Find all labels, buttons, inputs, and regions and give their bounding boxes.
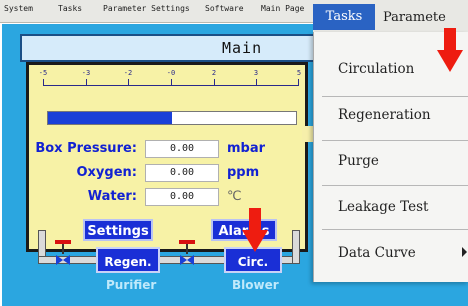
water-unit: ℃	[227, 189, 242, 204]
box-pressure-unit: mbar	[227, 141, 266, 156]
menu-parameter-settings[interactable]: Parameter Settings	[103, 4, 190, 13]
oxygen-unit: ppm	[227, 165, 260, 180]
red-arrow-icon	[242, 208, 268, 252]
valve-icon	[56, 255, 70, 265]
data-curve-label: Data Curve	[338, 245, 416, 261]
pressure-bar-fill	[48, 112, 172, 124]
menu-item-data-curve[interactable]: Data Curve	[314, 230, 468, 276]
pressure-bar	[47, 111, 297, 125]
menu-tasks[interactable]: Tasks	[58, 4, 82, 13]
water-label: Water:	[87, 189, 137, 204]
ruler-line	[43, 85, 299, 86]
submenu-arrow-icon	[462, 247, 467, 257]
box-pressure-value: 0.00	[145, 140, 219, 158]
water-value: 0.00	[145, 188, 219, 206]
blower-label: Blower	[232, 278, 279, 292]
pipe-vertical-right	[292, 230, 300, 264]
valve-handle	[179, 240, 195, 244]
oxygen-value: 0.00	[145, 164, 219, 182]
tick-label: 3	[253, 69, 259, 77]
valve-icon	[180, 255, 194, 265]
menu-item-regeneration[interactable]: Regeneration	[314, 92, 468, 138]
menu-software[interactable]: Software	[205, 4, 244, 13]
tick-label: -2	[123, 69, 133, 77]
menu-main-page[interactable]: Main Page	[261, 4, 304, 13]
box-pressure-row: Box Pressure: 0.00 mbar	[33, 140, 303, 159]
tick-label: -5	[38, 69, 48, 77]
water-row: Water: 0.00 ℃	[33, 188, 303, 207]
tick-label: -3	[81, 69, 91, 77]
box-pressure-label: Box Pressure:	[35, 141, 137, 156]
tick-label: -0	[166, 69, 176, 77]
menu-system[interactable]: System	[4, 4, 33, 13]
settings-button[interactable]: Settings	[83, 219, 153, 241]
valve-handle	[55, 240, 71, 244]
menu-tasks-active[interactable]: Tasks	[313, 4, 375, 30]
scale-ruler: -5 -3 -2 -0 2 3 5	[39, 69, 302, 99]
purifier-label: Purifier	[106, 278, 157, 292]
page-title: Main	[222, 39, 263, 57]
red-arrow-icon	[437, 28, 463, 72]
regen-button[interactable]: Regen.	[96, 247, 160, 273]
tick-label: 2	[211, 69, 217, 77]
oxygen-row: Oxygen: 0.00 ppm	[33, 164, 303, 183]
tick-label: 5	[296, 69, 302, 77]
menu-item-purge[interactable]: Purge	[314, 138, 468, 184]
menu-parameters[interactable]: Paramete	[383, 10, 446, 25]
menu-item-leakage-test[interactable]: Leakage Test	[314, 184, 468, 230]
oxygen-label: Oxygen:	[76, 165, 138, 180]
